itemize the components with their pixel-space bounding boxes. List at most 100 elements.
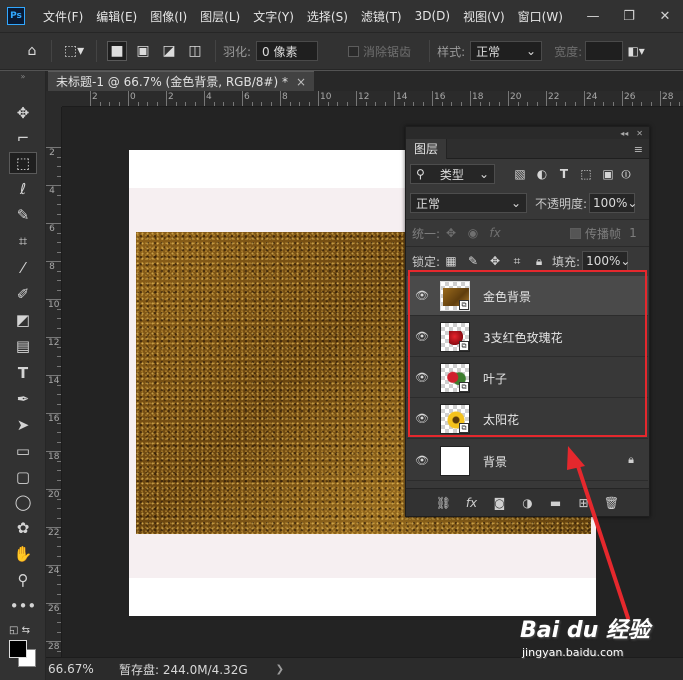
eye-icon[interactable]: 👁︎ [414,454,430,468]
unify-label: 统一: [412,226,441,241]
lasso-tool-icon[interactable]: ℓ [9,178,37,200]
zoom-level[interactable]: 66.67% [48,662,103,676]
feather-input[interactable]: 0 像素 [256,41,319,61]
link-icon[interactable]: ⛓ [436,496,452,510]
ruler-tick [57,270,61,272]
more-tools-icon[interactable]: ••• [9,595,37,617]
ruler-tick [46,489,61,490]
close-icon[interactable]: × [296,75,306,89]
menu-type[interactable]: 文字(Y) [253,8,294,25]
menu-image[interactable]: 图像(I) [150,8,187,25]
ruler-label: 10 [320,92,332,102]
subtract-selection-icon[interactable]: ◪ [159,41,179,61]
eye-icon[interactable]: 👁︎ [414,371,430,385]
eye-icon[interactable]: 👁︎ [414,330,430,344]
blend-mode-select[interactable]: 正常 ⌄ [410,193,527,213]
new-selection-icon[interactable]: ■ [107,41,127,61]
unify-style-icon[interactable]: fx [484,226,506,240]
intersect-selection-icon[interactable]: ◫ [185,41,205,61]
new-layer-icon[interactable]: ⊞ [576,496,592,510]
path-select-tool-icon[interactable]: ➤ [9,414,37,436]
gradient-tool-icon[interactable]: ▤ [9,335,37,357]
ruler-tick [517,102,519,106]
unify-position-icon[interactable]: ✥ [440,226,462,240]
close-panel-icon[interactable]: ✕ [636,129,643,138]
home-icon[interactable]: ⌂ [20,39,44,63]
layer-row-background[interactable]: 👁︎ 背景 🔒︎ [407,441,648,481]
filter-shape-icon[interactable]: ⬚ [575,167,597,181]
marquee-tool-icon[interactable]: ⬚ [9,152,37,174]
rounded-rect-tool-icon[interactable]: ▢ [9,466,37,488]
layer-row-leaf[interactable]: 👁︎ ⧉ 叶子 [407,358,648,398]
lock-artboard-icon[interactable]: ⌗ [506,254,528,269]
menu-edit[interactable]: 编辑(E) [96,8,137,25]
foreground-color-swatch[interactable] [9,640,27,658]
ruler-tick [394,91,395,106]
ruler-vertical[interactable]: 2 4 6 8 10 12 14 16 18 20 22 24 26 28 [46,107,62,657]
custom-shape-tool-icon[interactable]: ✿ [9,517,37,539]
minimize-button[interactable]: — [575,9,611,24]
filter-pixel-icon[interactable]: ▧ [509,167,531,181]
filter-toggle-icon[interactable]: ⏼ [619,167,633,182]
type-tool-icon[interactable]: T [9,362,37,384]
collapse-icon[interactable]: » [9,71,37,81]
eraser-tool-icon[interactable]: ◩ [9,309,37,331]
fx-icon[interactable]: fx [464,496,480,510]
lock-transparent-icon[interactable]: ▦ [440,254,462,268]
move-tool-icon[interactable]: ✥ [9,102,37,124]
layer-row-gold-background[interactable]: 👁︎ ⧉ 金色背景 [407,276,648,316]
status-menu-arrow[interactable]: ❯ [276,664,284,675]
zoom-tool-icon[interactable]: ⚲ [9,569,37,591]
width-input[interactable] [585,41,624,61]
adjustment-icon[interactable]: ◑ [520,496,536,510]
quick-select-tool-icon[interactable]: ✎ [9,204,37,226]
brush-tool-icon[interactable]: ✐ [9,283,37,305]
layer-row-sunflower[interactable]: 👁︎ ⧉ 太阳花 [407,399,648,439]
antialias-checkbox[interactable] [348,45,360,57]
hand-tool-icon[interactable]: ✋ [9,543,37,565]
menu-filter[interactable]: 滤镜(T) [361,8,402,25]
lock-all-icon[interactable]: 🔒︎ [528,254,550,269]
unify-visibility-icon[interactable]: ◉ [462,226,484,240]
menu-window[interactable]: 窗口(W) [518,8,563,25]
menu-file[interactable]: 文件(F) [43,8,83,25]
fill-input[interactable]: 100% ⌄ [582,251,630,271]
opacity-input[interactable]: 100% ⌄ [589,193,637,213]
ellipse-tool-icon[interactable]: ◯ [9,491,37,513]
close-button[interactable]: ✕ [647,9,683,24]
crop-tool-icon[interactable]: ⌗ [9,230,37,252]
filter-type-icon[interactable]: T [553,167,575,181]
menu-view[interactable]: 视图(V) [463,8,505,25]
collapse-panel-icon[interactable]: ◂◂ [620,129,628,138]
eye-icon[interactable]: 👁︎ [414,412,430,426]
document-tab[interactable]: 未标题-1 @ 66.7% (金色背景, RGB/8#) * × [48,71,315,91]
propagate-frame-checkbox[interactable] [570,227,582,239]
filter-adjustment-icon[interactable]: ◐ [531,167,553,181]
eye-icon[interactable]: 👁︎ [414,289,430,303]
panel-toggle-icon[interactable]: ◧▾ [623,39,649,63]
menu-3d[interactable]: 3D(D) [415,9,450,23]
mask-icon[interactable]: ◙ [492,496,508,510]
pen-tool-icon[interactable]: ✒ [9,388,37,410]
artboard-tool-icon[interactable]: ⌐ [9,127,37,149]
layer-row-roses[interactable]: 👁︎ ⧉ 3支红色玫瑰花 [407,317,648,357]
swap-colors-icon[interactable]: ◱ ⇆ [9,619,37,641]
marquee-preset-icon[interactable]: ⬚▾ [59,39,89,63]
lock-position-icon[interactable]: ✥ [484,254,506,268]
trash-icon[interactable]: 🗑︎ [604,496,620,510]
tab-layers[interactable]: 图层 [406,138,448,159]
folder-icon[interactable]: ▬ [548,496,564,510]
menu-layer[interactable]: 图层(L) [200,8,240,25]
restore-button[interactable]: ❐ [611,9,647,24]
style-select[interactable]: 正常 ⌄ [470,41,543,61]
rectangle-tool-icon[interactable]: ▭ [9,440,37,462]
filter-smart-object-icon[interactable]: ▣ [597,167,619,181]
eyedropper-tool-icon[interactable]: ⁄ [9,257,37,279]
ruler-tick [57,242,61,243]
add-selection-icon[interactable]: ▣ [133,41,153,61]
ruler-horizontal[interactable]: 2 0 2 4 6 8 10 12 14 16 18 20 22 24 26 28 [62,91,683,107]
lock-pixels-icon[interactable]: ✎ [462,254,484,268]
filter-kind-select[interactable]: ⚲ 类型 ⌄ [410,164,495,184]
menu-select[interactable]: 选择(S) [307,8,348,25]
panel-menu-icon[interactable]: ≡ [634,143,643,156]
